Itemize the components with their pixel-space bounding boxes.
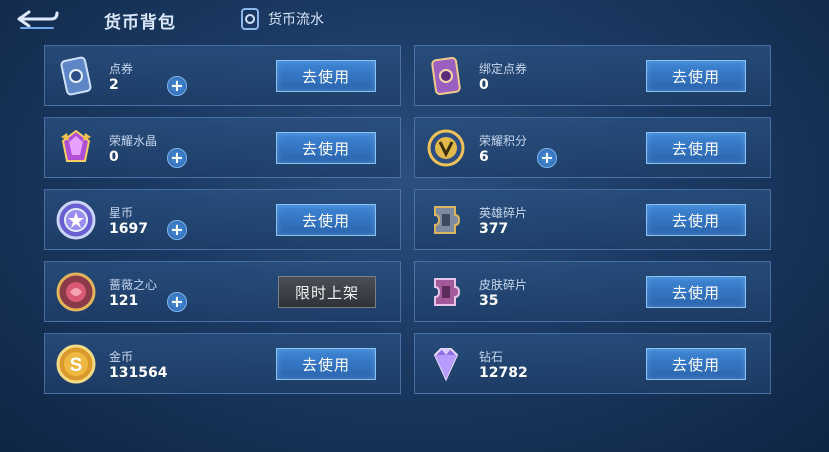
currency-flow-link[interactable]: 货币流水: [240, 8, 324, 30]
currency-name: 金币: [109, 350, 134, 364]
currency-name: 点券: [109, 62, 134, 76]
currency-name: 钻石: [479, 350, 504, 364]
page-title: 货币背包: [104, 13, 176, 33]
add-rose-heart-button[interactable]: +: [167, 292, 187, 312]
plus-icon: +: [170, 76, 184, 95]
currency-card-diamond: 钻石 12782 去使用: [414, 333, 771, 394]
currency-name: 荣耀水晶: [109, 134, 158, 148]
currency-name: 绑定点券: [479, 62, 528, 76]
currency-amount: 377: [479, 221, 509, 237]
glory-crystal-icon: [55, 127, 97, 169]
add-star-coin-button[interactable]: +: [167, 220, 187, 240]
use-coupon-button[interactable]: 去使用: [276, 60, 376, 92]
currency-amount: 0: [479, 77, 489, 93]
currency-card-gold-coin: S 金币 131564 去使用: [44, 333, 401, 394]
currency-amount: 6: [479, 149, 489, 165]
gold-coin-icon: S: [55, 343, 97, 385]
currency-card-glory-points: 荣耀积分 6 + 去使用: [414, 117, 771, 178]
currency-flow-label: 货币流水: [268, 12, 324, 28]
skin-fragment-icon: [425, 271, 467, 313]
plus-icon: +: [540, 148, 554, 167]
svg-text:S: S: [70, 355, 83, 376]
use-star-coin-button[interactable]: 去使用: [276, 204, 376, 236]
currency-name: 荣耀积分: [479, 134, 528, 148]
rose-heart-icon: [55, 271, 97, 313]
use-skin-fragment-button[interactable]: 去使用: [646, 276, 746, 308]
currency-card-hero-fragment: 英雄碎片 377 去使用: [414, 189, 771, 250]
currency-amount: 121: [109, 293, 139, 309]
currency-name: 星币: [109, 206, 134, 220]
hero-fragment-icon: [425, 199, 467, 241]
currency-name: 蔷薇之心: [109, 278, 158, 292]
add-glory-points-button[interactable]: +: [537, 148, 557, 168]
currency-flow-icon: [241, 8, 259, 30]
star-coin-icon: [55, 199, 97, 241]
currency-card-rose-heart: 蔷薇之心 121 + 限时上架: [44, 261, 401, 322]
currency-amount: 12782: [479, 365, 528, 381]
currency-amount: 35: [479, 293, 499, 309]
diamond-icon: [425, 343, 467, 385]
currency-amount: 0: [109, 149, 119, 165]
top-bar: 货币背包 货币流水: [0, 0, 829, 40]
use-glory-points-button[interactable]: 去使用: [646, 132, 746, 164]
currency-card-star-coin: 星币 1697 + 去使用: [44, 189, 401, 250]
plus-icon: +: [170, 220, 184, 239]
currency-amount: 131564: [109, 365, 168, 381]
use-gold-coin-button[interactable]: 去使用: [276, 348, 376, 380]
add-glory-crystal-button[interactable]: +: [167, 148, 187, 168]
glory-points-icon: [425, 127, 467, 169]
back-button[interactable]: [14, 6, 62, 34]
limited-time-button: 限时上架: [278, 276, 376, 308]
plus-icon: +: [170, 292, 184, 311]
use-hero-fragment-button[interactable]: 去使用: [646, 204, 746, 236]
currency-name: 英雄碎片: [479, 206, 528, 220]
currency-amount: 1697: [109, 221, 148, 237]
currency-name: 皮肤碎片: [479, 278, 528, 292]
plus-icon: +: [170, 148, 184, 167]
currency-grid: 点券 2 + 去使用 绑定点券 0 去使用 荣耀水晶 0 + 去使用 荣耀积分 …: [44, 45, 771, 394]
use-glory-crystal-button[interactable]: 去使用: [276, 132, 376, 164]
currency-card-skin-fragment: 皮肤碎片 35 去使用: [414, 261, 771, 322]
add-coupon-button[interactable]: +: [167, 76, 187, 96]
back-arrow-icon: [17, 10, 59, 29]
currency-amount: 2: [109, 77, 119, 93]
use-diamond-button[interactable]: 去使用: [646, 348, 746, 380]
currency-card-coupon: 点券 2 + 去使用: [44, 45, 401, 106]
coupon-card-icon: [55, 55, 97, 97]
currency-card-glory-crystal: 荣耀水晶 0 + 去使用: [44, 117, 401, 178]
bound-coupon-card-icon: [425, 55, 467, 97]
use-bound-coupon-button[interactable]: 去使用: [646, 60, 746, 92]
currency-card-bound-coupon: 绑定点券 0 去使用: [414, 45, 771, 106]
